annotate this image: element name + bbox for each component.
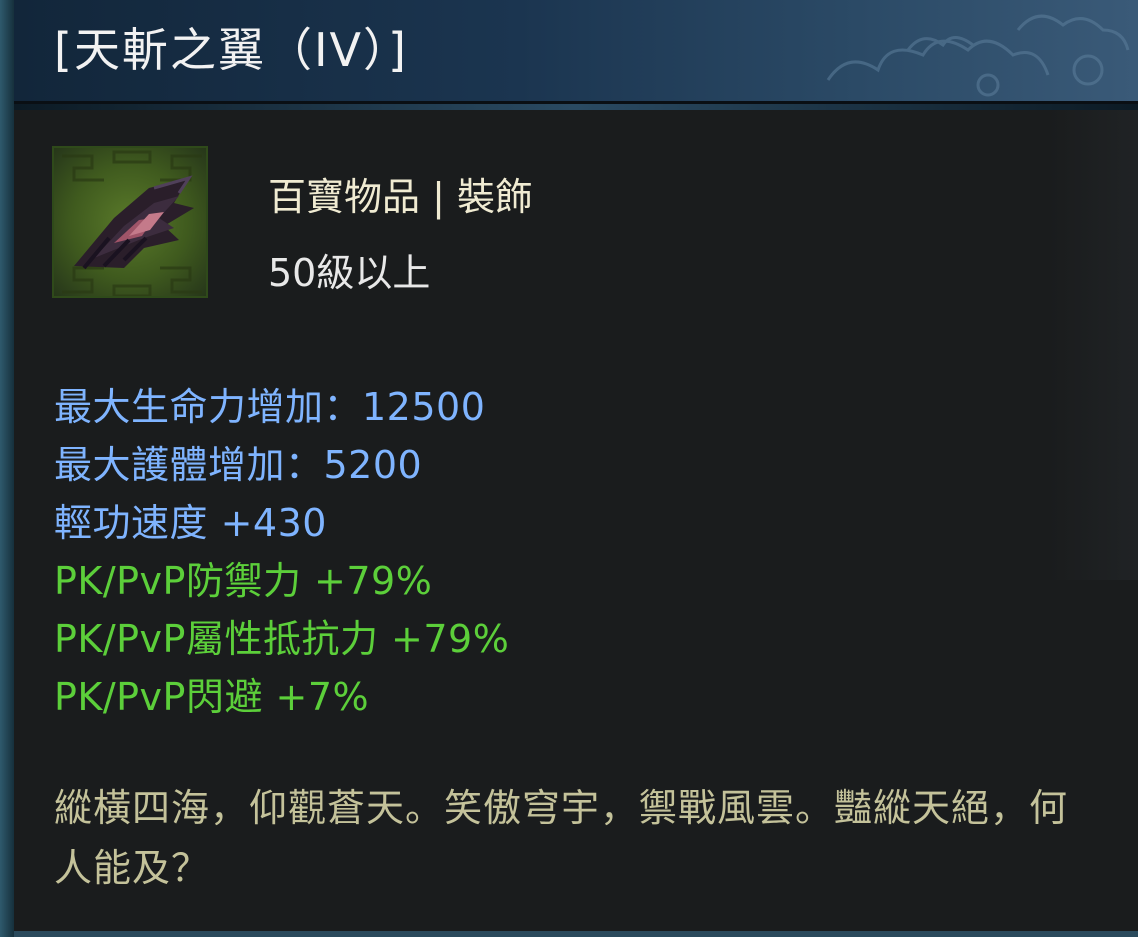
stat-pvp-resist: PK/PvP屬性抵抗力 +79% xyxy=(54,617,510,661)
stat-pvp-evasion: PK/PvP閃避 +7% xyxy=(54,675,370,719)
tooltip-title-bar: [天斬之翼（IV）] xyxy=(14,0,1138,104)
cloud-decoration-icon xyxy=(826,14,1130,97)
item-type-label: 百寶物品 | 裝飾 xyxy=(268,175,533,219)
stat-max-hp: 最大生命力增加：12500 xyxy=(54,385,486,429)
level-requirement: 50級以上 xyxy=(268,251,431,295)
item-title: [天斬之翼（IV）] xyxy=(54,23,408,77)
stat-pvp-defense: PK/PvP防禦力 +79% xyxy=(54,559,433,603)
item-description: 縱橫四海，仰觀蒼天。笑傲穹宇，禦戰風雲。豔縱天絕，何人能及？ xyxy=(54,786,1069,890)
stat-qinggong-speed: 輕功速度 +430 xyxy=(54,501,327,545)
side-shade xyxy=(1048,110,1138,580)
window-bottom-border xyxy=(14,931,1138,937)
stat-max-guard: 最大護體增加：5200 xyxy=(54,443,423,487)
window-border xyxy=(0,0,14,937)
wing-icon xyxy=(52,146,208,298)
